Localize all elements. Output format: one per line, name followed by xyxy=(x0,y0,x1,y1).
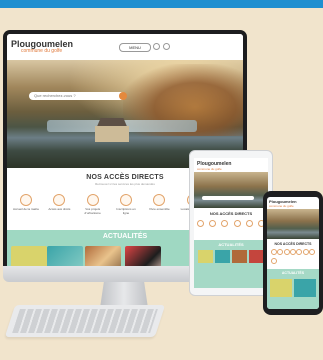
access-icon[interactable] xyxy=(302,249,309,255)
building-icon xyxy=(20,194,32,206)
access-icon[interactable] xyxy=(283,249,290,255)
stone-house xyxy=(95,126,129,142)
tablet-device: Plougoumelen commune du golfe NOS ACCÈS … xyxy=(189,150,273,296)
pen-icon xyxy=(119,194,132,206)
phone-acces-title: NOS ACCÈS DIRECTS xyxy=(274,242,312,246)
news-card-image[interactable] xyxy=(198,250,213,263)
access-icon[interactable] xyxy=(245,220,253,227)
search-input[interactable]: Que recherchez-vous ? xyxy=(29,92,125,100)
news-card-image[interactable] xyxy=(215,250,230,263)
scale-icon xyxy=(53,194,66,206)
tablet-hero xyxy=(194,172,268,208)
phone-logo: Plougoumelen commune du golfe xyxy=(269,199,297,208)
news-card-image[interactable] xyxy=(270,279,292,297)
search-icon[interactable] xyxy=(153,43,160,50)
keyboard-keys xyxy=(12,309,158,333)
news-card-image[interactable] xyxy=(11,246,47,266)
keyboard xyxy=(4,305,166,337)
access-icon[interactable] xyxy=(271,249,277,255)
facebook-icon[interactable] xyxy=(163,43,170,50)
acces-item[interactable]: Vivre ensemble xyxy=(146,194,172,215)
phone-hero xyxy=(267,209,319,239)
search-button[interactable] xyxy=(119,92,127,100)
desktop-header: Plougoumelen commune du golfe MENU xyxy=(7,34,243,60)
phone-news-section: ACTUALITÉS xyxy=(267,269,319,309)
news-card-image[interactable] xyxy=(47,246,83,266)
people-icon xyxy=(153,194,166,206)
acces-item[interactable]: Accueil de la mairie xyxy=(13,194,39,215)
access-icon[interactable] xyxy=(289,249,296,255)
phone-screen: Plougoumelen commune du golfe NOS ACCÈS … xyxy=(267,197,319,309)
news-card-image[interactable] xyxy=(232,250,247,263)
tablet-search-input[interactable] xyxy=(202,196,254,200)
tablet-screen: Plougoumelen commune du golfe NOS ACCÈS … xyxy=(194,158,268,288)
tablet-acces-title: NOS ACCÈS DIRECTS xyxy=(209,211,253,216)
tablet-acces-icons xyxy=(197,220,265,227)
news-card-image[interactable] xyxy=(249,250,264,263)
tablet-news-section: ACTUALITÉS xyxy=(194,240,268,288)
acces-item[interactable]: Accès aux droits xyxy=(46,194,72,215)
phone-acces-icons xyxy=(271,249,315,264)
news-card-image[interactable] xyxy=(85,246,121,266)
phone-news-title: ACTUALITÉS xyxy=(281,271,305,275)
phone-device: Plougoumelen commune du golfe NOS ACCÈS … xyxy=(263,191,323,315)
news-card-image[interactable] xyxy=(125,246,161,266)
acces-item[interactable]: Vos projets d'urbanisme xyxy=(80,194,106,215)
access-icon[interactable] xyxy=(277,249,284,255)
house-icon xyxy=(86,194,99,206)
access-icon[interactable] xyxy=(197,220,204,227)
tablet-news-title: ACTUALITÉS xyxy=(218,242,244,247)
access-icon[interactable] xyxy=(233,220,241,227)
access-icon[interactable] xyxy=(209,220,217,227)
tablet-logo: Plougoumelen commune du golfe xyxy=(197,161,232,171)
site-logo[interactable]: Plougoumelen commune du golfe xyxy=(11,39,73,54)
acces-item[interactable]: Inscriptions en ligne xyxy=(113,194,139,215)
access-icon[interactable] xyxy=(296,249,303,255)
access-icon[interactable] xyxy=(308,249,315,255)
top-accent-bar xyxy=(0,0,323,8)
access-icon[interactable] xyxy=(271,258,277,264)
menu-button[interactable]: MENU xyxy=(119,43,151,52)
access-icon[interactable] xyxy=(221,220,229,227)
news-card-image[interactable] xyxy=(294,279,316,297)
